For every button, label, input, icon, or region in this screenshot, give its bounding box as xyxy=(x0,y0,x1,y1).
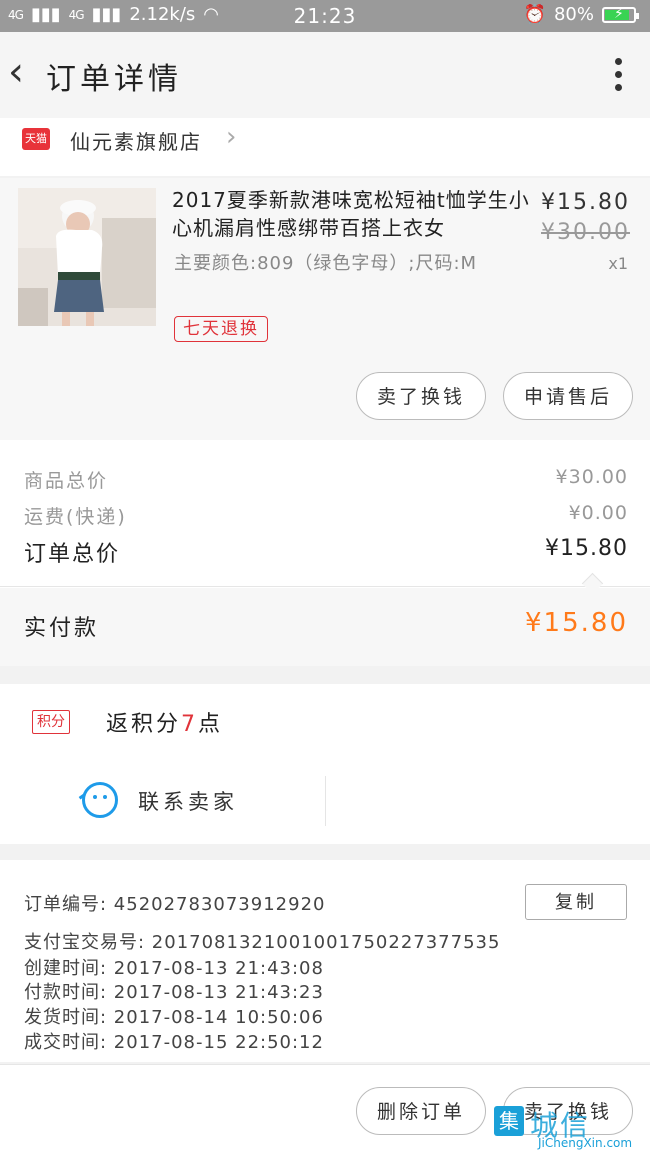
product-original-price: ¥30.00 xyxy=(541,220,630,245)
paid-value: ¥15.80 xyxy=(525,608,628,638)
paid-time: 付款时间: 2017-08-13 21:43:23 xyxy=(24,982,324,1003)
seven-day-return-tag: 七天退换 xyxy=(174,316,268,342)
points-badge: 积分 xyxy=(32,710,70,734)
product-title[interactable]: 2017夏季新款港味宽松短袖t恤学生小心机漏肩性感绑带百搭上衣女 xyxy=(172,186,532,242)
product-price: ¥15.80 xyxy=(541,190,630,215)
page-title: 订单详情 xyxy=(46,62,182,97)
points-suffix: 点 xyxy=(198,712,224,737)
delete-order-button[interactable]: 删除订单 xyxy=(356,1087,486,1135)
order-number: 订单编号: 45202783073912920 xyxy=(24,894,326,915)
after-sale-button[interactable]: 申请售后 xyxy=(503,372,633,420)
app-header: ‹ 订单详情 xyxy=(0,32,650,118)
order-total-value: ¥15.80 xyxy=(545,536,628,561)
order-info: 订单编号: 45202783073912920 复制 支付宝交易号: 20170… xyxy=(0,860,650,1062)
tmall-badge-icon: 天猫 xyxy=(22,128,50,150)
alarm-icon: ⏰ xyxy=(523,4,546,25)
completed-time: 成交时间: 2017-08-15 22:50:12 xyxy=(24,1032,324,1053)
status-right: ⏰ 80% ⚡ xyxy=(523,4,639,25)
points-section: 积分 返积分7点 联系卖家 xyxy=(0,684,650,844)
vertical-divider xyxy=(325,776,326,826)
contact-seller-button[interactable]: 联系卖家 xyxy=(138,786,238,816)
goods-total-value: ¥30.00 xyxy=(555,466,628,488)
chat-bubble-icon[interactable] xyxy=(82,782,118,818)
shop-row[interactable]: 天猫 仙元素旗舰店 › xyxy=(0,118,650,176)
battery-percent: 80% xyxy=(553,4,594,25)
points-text: 返积分7点 xyxy=(106,706,223,738)
shipped-time: 发货时间: 2017-08-14 10:50:06 xyxy=(24,1007,324,1028)
product-variant: 主要颜色:809（绿色字母）;尺码:M xyxy=(174,253,478,274)
created-time: 创建时间: 2017-08-13 21:43:08 xyxy=(24,958,324,979)
points-prefix: 返积分 xyxy=(106,712,182,737)
order-totals: 商品总价 ¥30.00 运费(快递) ¥0.00 订单总价 ¥15.80 xyxy=(0,440,650,595)
copy-button[interactable]: 复制 xyxy=(525,884,627,920)
shipping-label: 运费(快递) xyxy=(24,506,127,528)
divider xyxy=(0,586,650,587)
status-bar: 4G ▮▮▮ 4G ▮▮▮ 2.12k/s ◠ 21:23 ⏰ 80% ⚡ xyxy=(0,0,650,32)
paid-label: 实付款 xyxy=(24,616,100,641)
battery-icon: ⚡ xyxy=(602,6,639,23)
order-total-label: 订单总价 xyxy=(24,542,121,567)
goods-total-label: 商品总价 xyxy=(24,470,109,492)
chevron-right-icon: › xyxy=(226,122,237,152)
watermark-logo-icon: 集 xyxy=(494,1106,524,1136)
back-arrow-icon[interactable]: ‹ xyxy=(8,52,24,92)
product-card[interactable]: 2017夏季新款港味宽松短袖t恤学生小心机漏肩性感绑带百搭上衣女 主要颜色:80… xyxy=(0,178,650,440)
sell-again-button[interactable]: 卖了换钱 xyxy=(356,372,486,420)
points-value: 7 xyxy=(181,712,199,737)
alipay-trade-number: 支付宝交易号: 2017081321001001750227377535 xyxy=(24,932,501,953)
more-options-icon[interactable] xyxy=(614,58,622,91)
product-quantity: x1 xyxy=(608,254,628,273)
watermark: 集 城信 JiChengXin.com xyxy=(494,1104,644,1152)
product-image[interactable] xyxy=(18,188,156,326)
shipping-value: ¥0.00 xyxy=(568,502,628,524)
watermark-url: JiChengXin.com xyxy=(538,1136,633,1150)
shop-name: 仙元素旗舰店 xyxy=(70,130,202,154)
paid-amount-row: 实付款 ¥15.80 xyxy=(0,588,650,666)
